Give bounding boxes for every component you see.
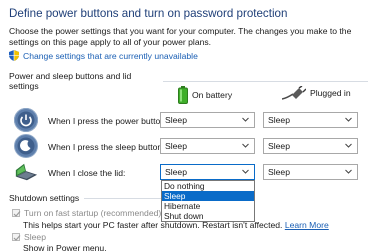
select-value: Sleep — [268, 141, 290, 151]
page-title: Define power buttons and turn on passwor… — [9, 7, 288, 20]
lid-battery-select[interactable]: Sleep — [160, 164, 255, 180]
chevron-down-icon — [345, 169, 352, 174]
change-settings-link-row[interactable]: Change settings that are currently unava… — [9, 50, 198, 61]
lid-row: When I close the lid: — [14, 160, 125, 184]
chevron-down-icon — [242, 169, 249, 174]
chevron-down-icon — [242, 117, 249, 122]
lid-label: When I close the lid: — [48, 168, 126, 178]
select-value: Sleep — [268, 167, 290, 177]
power-group-title: Power and sleep buttons and lid settings — [9, 71, 132, 91]
sleep-button-label: When I press the sleep button: — [48, 142, 165, 152]
page-description: Choose the power settings that you want … — [9, 26, 352, 47]
plugged-column-label: Plugged in — [310, 88, 351, 98]
sleep-button-icon — [14, 134, 38, 158]
power-button-plugged-select[interactable]: Sleep — [263, 112, 358, 128]
power-button-label: When I press the power button: — [48, 116, 168, 126]
power-button-row: When I press the power button: — [14, 108, 167, 132]
chevron-down-icon — [345, 143, 352, 148]
battery-column-label: On battery — [192, 90, 233, 100]
fast-startup-option[interactable]: Turn on fast startup (recommended) — [12, 208, 161, 218]
sleep-button-battery-select[interactable]: Sleep — [160, 138, 255, 154]
shutdown-group-header: Shutdown settings — [9, 193, 167, 203]
lid-battery-dropdown-list: Do nothing Sleep Hibernate Shut down — [161, 180, 255, 222]
power-button-battery-select[interactable]: Sleep — [160, 112, 255, 128]
checkmark-icon — [13, 211, 21, 217]
sleep-button-row: When I press the sleep button: — [14, 134, 165, 158]
change-settings-link[interactable]: Change settings that are currently unava… — [23, 51, 198, 61]
sleep-checkbox[interactable] — [12, 233, 21, 241]
shutdown-group-title: Shutdown settings — [9, 193, 80, 203]
battery-icon — [178, 86, 188, 104]
laptop-lid-icon — [14, 160, 38, 184]
sleep-option-description: Show in Power menu. — [23, 243, 107, 252]
sleep-option[interactable]: Sleep — [12, 232, 46, 242]
power-group-divider — [163, 80, 368, 82]
battery-column-header: On battery — [178, 86, 232, 104]
power-plug-icon — [282, 86, 306, 100]
plugged-column-header: Plugged in — [282, 86, 351, 100]
shutdown-group-divider — [84, 197, 167, 199]
lid-plugged-select[interactable]: Sleep — [263, 164, 358, 180]
dropdown-option-hibernate[interactable]: Hibernate — [162, 201, 254, 211]
chevron-down-icon — [242, 143, 249, 148]
shield-icon — [9, 50, 19, 61]
chevron-down-icon — [345, 117, 352, 122]
select-value: Sleep — [165, 115, 187, 125]
dropdown-option-shut-down[interactable]: Shut down — [162, 211, 254, 221]
dropdown-option-do-nothing[interactable]: Do nothing — [162, 181, 254, 191]
power-button-icon — [14, 108, 38, 132]
select-value: Sleep — [268, 115, 290, 125]
checkmark-icon — [13, 235, 21, 241]
fast-startup-label: Turn on fast startup (recommended) — [24, 208, 162, 218]
sleep-button-plugged-select[interactable]: Sleep — [263, 138, 358, 154]
sleep-option-label: Sleep — [24, 232, 46, 242]
select-value: Sleep — [165, 141, 187, 151]
fast-startup-checkbox[interactable] — [12, 209, 21, 217]
select-value: Sleep — [165, 167, 187, 177]
dropdown-option-sleep[interactable]: Sleep — [162, 191, 254, 201]
learn-more-link[interactable]: Learn More — [285, 220, 329, 230]
